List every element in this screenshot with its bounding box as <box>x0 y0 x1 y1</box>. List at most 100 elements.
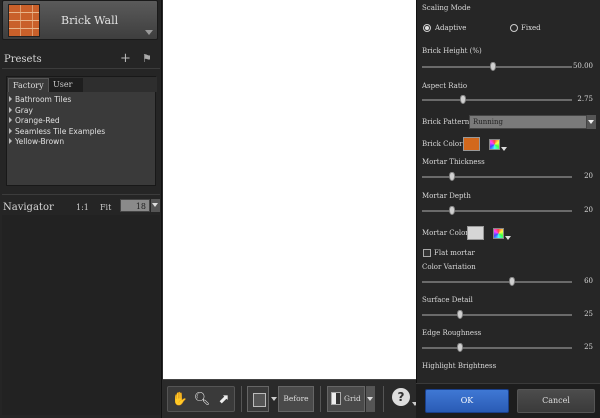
highlight-brightness-label: Highlight Brightness <box>422 362 497 370</box>
preset-label: Yellow-Brown <box>15 137 65 146</box>
flat-mortar-checkbox[interactable] <box>423 249 431 257</box>
navigator-preview[interactable] <box>2 215 160 415</box>
help-icon[interactable]: ? <box>392 388 410 406</box>
preset-label: Seamless Tile Examples <box>15 126 106 136</box>
surface-detail-label: Surface Detail <box>422 296 473 304</box>
chevron-down-icon[interactable] <box>505 236 511 240</box>
list-item[interactable]: Yellow-Brown <box>9 137 105 148</box>
tool-group: ✋ 🔍︎ ⬈︎ <box>167 386 235 412</box>
mortar-thickness-label: Mortar Thickness <box>422 158 485 166</box>
brick-height-slider[interactable] <box>422 62 572 71</box>
mortar-thickness-slider[interactable] <box>422 172 572 181</box>
filter-name: Brick Wall <box>61 14 119 27</box>
presets-list-box: Factory User Bathroom Tiles Gray Orange-… <box>6 76 157 186</box>
before-button[interactable]: Before <box>278 386 314 412</box>
aspect-ratio-label: Aspect Ratio <box>422 82 468 90</box>
mortar-depth-slider[interactable] <box>422 206 572 215</box>
divider <box>320 386 321 412</box>
ok-button[interactable]: OK <box>425 389 509 413</box>
radio-fixed[interactable] <box>510 24 518 32</box>
navigator-title: Navigator <box>3 202 54 213</box>
zoom-fit-button[interactable]: Fit <box>100 203 111 212</box>
slider-thumb[interactable] <box>456 310 463 319</box>
list-item[interactable]: Gray <box>9 106 105 117</box>
mortar-thickness-value: 20 <box>584 172 593 180</box>
brick-pattern-dropdown[interactable] <box>587 115 596 129</box>
surface-detail-slider[interactable] <box>422 310 572 319</box>
zoom-input[interactable]: 18 <box>120 199 150 212</box>
color-picker-icon[interactable] <box>493 228 504 239</box>
preset-label: Bathroom Tiles <box>15 95 72 104</box>
brick-height-label: Brick Height (%) <box>422 47 482 55</box>
pointer-icon[interactable]: ⬈︎ <box>214 391 234 409</box>
slider-thumb[interactable] <box>459 95 466 104</box>
brick-wall-thumbnail <box>8 4 40 37</box>
zoom-1-1-button[interactable]: 1:1 <box>76 203 89 212</box>
aspect-ratio-value: 2.75 <box>577 95 593 103</box>
expand-triangle-icon <box>9 127 12 134</box>
preview-canvas[interactable] <box>163 0 416 379</box>
view-mode-button[interactable] <box>247 386 269 412</box>
list-item[interactable]: Orange-Red <box>9 116 105 127</box>
edge-roughness-slider[interactable] <box>422 343 572 352</box>
left-panel: Brick Wall Presets + ⚑ Factory User Bath… <box>0 0 162 418</box>
color-variation-slider[interactable] <box>422 277 572 286</box>
brick-color-label: Brick Color <box>422 140 463 148</box>
chevron-down-icon[interactable] <box>501 147 507 151</box>
expand-triangle-icon <box>9 106 12 113</box>
preset-label: Gray <box>15 105 33 115</box>
slider-thumb[interactable] <box>489 62 496 71</box>
color-picker-icon[interactable] <box>489 139 500 150</box>
preset-label: Orange-Red <box>15 116 60 125</box>
radio-adaptive[interactable] <box>423 24 431 32</box>
chevron-down-icon[interactable] <box>271 397 277 401</box>
color-variation-label: Color Variation <box>422 263 476 271</box>
grid-dropdown-button[interactable] <box>366 386 375 412</box>
zoom-icon[interactable]: 🔍︎ <box>192 391 212 409</box>
divider <box>2 68 160 69</box>
brick-height-value: 50.00 <box>572 62 593 70</box>
divider <box>241 386 242 412</box>
slider-thumb[interactable] <box>456 343 463 352</box>
hand-icon[interactable]: ✋ <box>170 391 190 409</box>
cancel-button[interactable]: Cancel <box>517 389 595 413</box>
presets-tabs: Factory User <box>7 77 157 92</box>
grid-icon <box>331 392 341 405</box>
slider-thumb[interactable] <box>449 172 455 181</box>
mortar-depth-value: 20 <box>584 206 593 214</box>
list-item[interactable]: Seamless Tile Examples <box>9 127 105 138</box>
mortar-depth-label: Mortar Depth <box>422 192 471 200</box>
pin-icon[interactable]: ⚑ <box>142 52 152 65</box>
radio-fixed-label: Fixed <box>521 24 541 32</box>
expand-triangle-icon <box>9 96 12 102</box>
divider <box>2 194 160 195</box>
preset-list: Bathroom Tiles Gray Orange-Red Seamless … <box>9 95 105 148</box>
slider-thumb[interactable] <box>509 277 515 286</box>
radio-adaptive-label: Adaptive <box>435 24 467 32</box>
bottom-toolbar: ✋ 🔍︎ ⬈︎ Before Grid ? <box>163 379 418 418</box>
filter-selector[interactable]: Brick Wall <box>2 0 158 40</box>
mortar-color-label: Mortar Color <box>422 229 469 237</box>
brick-pattern-select[interactable]: Running <box>469 115 587 129</box>
presets-title: Presets <box>4 54 42 65</box>
list-item[interactable]: Bathroom Tiles <box>9 95 105 106</box>
mortar-color-swatch[interactable] <box>467 226 484 240</box>
settings-panel: Scaling Mode Adaptive Fixed Brick Height… <box>416 0 600 418</box>
color-variation-value: 60 <box>584 277 593 285</box>
chevron-down-icon[interactable] <box>145 30 153 35</box>
edge-roughness-label: Edge Roughness <box>422 329 482 337</box>
surface-detail-value: 25 <box>584 310 593 318</box>
expand-triangle-icon <box>9 117 12 123</box>
brick-color-swatch[interactable] <box>463 137 480 151</box>
zoom-dropdown-button[interactable] <box>151 199 160 212</box>
tab-user[interactable]: User <box>49 78 83 92</box>
add-preset-icon[interactable]: + <box>120 51 131 66</box>
aspect-ratio-slider[interactable] <box>422 95 572 104</box>
expand-triangle-icon <box>9 138 12 144</box>
brick-pattern-label: Brick Pattern <box>422 118 470 126</box>
edge-roughness-value: 25 <box>584 343 593 351</box>
dialog-footer: OK Cancel <box>416 383 600 418</box>
tab-factory[interactable]: Factory <box>8 78 49 92</box>
scaling-mode-label: Scaling Mode <box>422 4 471 12</box>
slider-thumb[interactable] <box>449 206 455 215</box>
